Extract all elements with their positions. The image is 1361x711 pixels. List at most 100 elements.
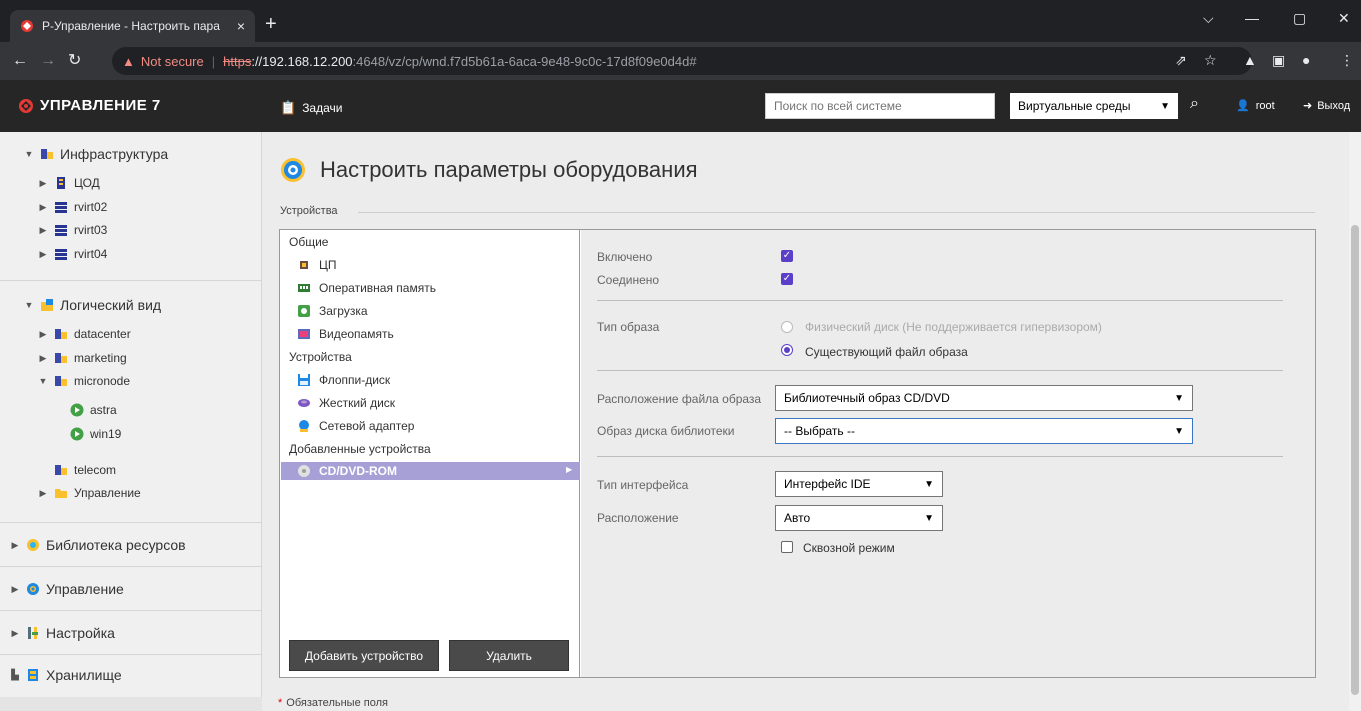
global-search-input[interactable] [765, 93, 995, 119]
sidebar-horizontal-scrollbar[interactable] [0, 697, 262, 711]
cpu-icon [300, 261, 308, 269]
restore-icon[interactable]: ▢ [1293, 10, 1306, 27]
tree-node-datacenter[interactable]: ▶ ЦОД [38, 176, 100, 190]
content-scrollbar-thumb[interactable] [1351, 225, 1359, 695]
device-item-cdrom[interactable]: CD/DVD-ROM [297, 464, 397, 478]
expanded-arrow-icon[interactable]: ▼ [24, 149, 34, 159]
tab-title: Р-Управление - Настроить пара [42, 19, 220, 33]
collapse-corner-icon[interactable]: ▙ [10, 670, 20, 681]
physical-disk-label: Физический диск (Не поддерживается гипер… [805, 320, 1102, 334]
boot-icon [298, 305, 310, 317]
chevron-down-icon: ▼ [1174, 392, 1184, 404]
infrastructure-icon [41, 149, 53, 159]
add-device-button[interactable]: Добавить устройство [289, 640, 439, 671]
sidebar-section-resource-library[interactable]: ▶ Библиотека ресурсов [10, 537, 186, 553]
tree-node-rvirt03[interactable]: ▶ rvirt03 [38, 223, 108, 237]
connected-checkbox[interactable]: ✓ [781, 273, 793, 285]
minimize-icon[interactable]: — [1245, 10, 1259, 26]
interface-type-select[interactable]: Интерфейс IDE ▼ [775, 471, 943, 497]
tree-node-management-folder[interactable]: ▶ Управление [38, 486, 141, 500]
folder-icon [55, 489, 67, 498]
sidebar-section-management[interactable]: ▶ Управление [10, 581, 124, 597]
tree-node-vm-win19[interactable]: win19 [70, 427, 121, 441]
device-item-video-memory[interactable]: Видеопамять [297, 327, 394, 341]
cdrom-icon [298, 465, 310, 477]
tree-node-telecom[interactable]: telecom [54, 463, 116, 477]
image-location-select[interactable]: Библиотечный образ CD/DVD ▼ [775, 385, 1193, 411]
collapsed-arrow-icon[interactable]: ▶ [10, 628, 20, 639]
passthrough-checkbox[interactable] [781, 541, 793, 553]
tree-node-datacenter-group[interactable]: ▶ datacenter [38, 327, 131, 341]
collapsed-arrow-icon[interactable]: ▶ [38, 178, 48, 189]
back-icon[interactable]: ← [12, 53, 28, 69]
storage-icon [28, 669, 38, 681]
device-item-boot[interactable]: Загрузка [297, 304, 368, 318]
bookmark-star-icon[interactable]: ☆ [1204, 52, 1217, 69]
collapsed-arrow-icon[interactable]: ▶ [38, 202, 48, 213]
clipboard-icon: 📋 [280, 100, 297, 115]
menu-dots-icon[interactable]: ⋮ [1340, 52, 1354, 69]
browser-tab[interactable]: Р-Управление - Настроить пара × [10, 10, 255, 42]
tree-node-rvirt04[interactable]: ▶ rvirt04 [38, 247, 108, 261]
url-host: ://192.168.12.200 [251, 53, 353, 69]
side-panel-icon[interactable]: ▣ [1272, 52, 1285, 69]
not-secure-badge[interactable]: ▲ Not secure [122, 54, 204, 69]
tab-close-icon[interactable]: × [237, 18, 245, 34]
location-select[interactable]: Авто ▼ [775, 505, 943, 531]
library-image-label: Образ диска библиотеки [597, 424, 735, 438]
tab-search-icon[interactable]: ⌵ [1203, 10, 1214, 27]
expanded-arrow-icon[interactable]: ▼ [24, 300, 34, 310]
forward-icon[interactable]: → [40, 53, 56, 69]
sidebar-section-storage[interactable]: ▙ Хранилище [10, 667, 121, 683]
collapsed-arrow-icon[interactable]: ▶ [38, 353, 48, 364]
brand[interactable]: УПРАВЛЕНИЕ 7 [18, 97, 161, 114]
profile-icon[interactable]: ● [1302, 52, 1310, 68]
tasks-link[interactable]: 📋 Задачи [280, 100, 342, 116]
expanded-arrow-icon[interactable]: ▼ [38, 376, 48, 386]
chevron-down-icon: ▼ [924, 478, 934, 490]
search-icon[interactable]: ⌕ [1190, 95, 1199, 113]
enabled-label: Включено [597, 250, 653, 264]
chevron-down-icon: ▼ [1160, 100, 1170, 112]
collapsed-arrow-icon[interactable]: ▶ [38, 249, 48, 260]
brand-logo-icon [19, 98, 33, 113]
user-menu[interactable]: 👤 root [1236, 99, 1275, 113]
collapsed-arrow-icon[interactable]: ▶ [38, 225, 48, 236]
connected-label: Соединено [597, 273, 660, 287]
window-close-icon[interactable]: ✕ [1338, 10, 1350, 27]
logout-link[interactable]: ➜ Выход [1303, 99, 1350, 113]
enabled-checkbox[interactable]: ✓ [781, 250, 793, 262]
browser-addressbar: ← → ↻ ▲ Not secure | https ://192.168.12.… [0, 42, 1361, 80]
existing-file-radio[interactable] [781, 344, 793, 356]
labs-flask-icon[interactable]: ▲ [1243, 52, 1257, 68]
library-image-select[interactable]: -- Выбрать -- ▼ [775, 418, 1193, 444]
new-tab-button[interactable]: + [265, 14, 277, 34]
tree-node-micronode[interactable]: ▼ micronode [38, 374, 131, 388]
physical-disk-radio[interactable] [781, 321, 793, 333]
tree-node-infrastructure[interactable]: ▼ Инфраструктура [24, 146, 169, 162]
url-bar[interactable]: ▲ Not secure | https ://192.168.12.200 :4… [112, 47, 1252, 75]
device-item-network-adapter[interactable]: Сетевой адаптер [297, 419, 414, 433]
interface-type-label: Тип интерфейса [597, 478, 689, 492]
collapsed-arrow-icon[interactable]: ▶ [38, 488, 48, 499]
tree-node-rvirt02[interactable]: ▶ rvirt02 [38, 200, 108, 214]
delete-device-button[interactable]: Удалить [449, 640, 569, 671]
share-icon[interactable]: ⇗ [1175, 52, 1187, 69]
environment-select[interactable]: Виртуальные среды ▼ [1010, 93, 1178, 119]
reload-icon[interactable]: ↻ [68, 53, 81, 69]
device-item-floppy[interactable]: Флоппи-диск [297, 373, 390, 387]
device-item-memory[interactable]: Оперативная память [297, 281, 436, 295]
url-scheme: https [223, 53, 252, 69]
collapsed-arrow-icon[interactable]: ▶ [10, 584, 20, 595]
server-icon [55, 225, 67, 236]
collapsed-arrow-icon[interactable]: ▶ [38, 329, 48, 340]
collapsed-arrow-icon[interactable]: ▶ [10, 540, 20, 551]
tree-node-marketing[interactable]: ▶ marketing [38, 351, 127, 365]
sidebar-section-settings[interactable]: ▶ Настройка [10, 625, 115, 641]
passthrough-label: Сквозной режим [803, 541, 895, 555]
chevron-right-icon: ▶ [566, 465, 573, 474]
device-item-hard-disk[interactable]: Жесткий диск [297, 396, 395, 410]
tree-node-vm-astra[interactable]: astra [70, 403, 117, 417]
device-item-cpu[interactable]: ЦП [297, 258, 337, 272]
tree-node-logical-view[interactable]: ▼ Логический вид [24, 297, 162, 313]
